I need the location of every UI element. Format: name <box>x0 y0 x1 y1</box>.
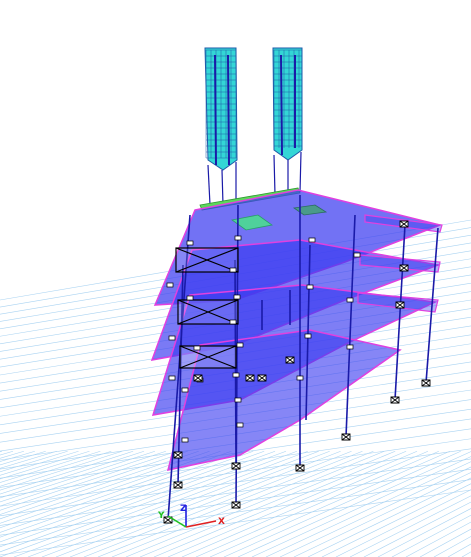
support-icon <box>395 301 405 309</box>
support-icon <box>173 481 183 489</box>
brace-icon <box>179 345 237 369</box>
axis-x-label: X <box>218 517 225 527</box>
joint-icon <box>296 375 304 381</box>
tower-shells <box>204 47 303 206</box>
support-icon <box>257 374 267 382</box>
support-icon <box>399 220 409 228</box>
support-icon <box>193 374 203 382</box>
joint-icon <box>306 284 314 290</box>
brace-icon <box>175 247 239 273</box>
axis-z-label: Z <box>180 504 187 514</box>
joint-icon <box>168 375 176 381</box>
braced-bays <box>175 247 239 369</box>
joint-icon <box>229 319 237 325</box>
joint-icon <box>168 335 176 341</box>
support-icon <box>390 396 400 404</box>
joint-icon <box>236 422 244 428</box>
tower-shell-left <box>204 47 238 171</box>
joint-icon <box>181 437 189 443</box>
joint-icon <box>186 295 194 301</box>
support-icon <box>341 433 351 441</box>
joint-icon <box>308 237 316 243</box>
support-icon <box>421 379 431 387</box>
joint-icon <box>346 344 354 350</box>
tower-shell-right <box>272 47 303 161</box>
support-icon <box>399 264 409 272</box>
support-icon <box>295 464 305 472</box>
joint-icon <box>181 387 189 393</box>
model-viewport[interactable]: Z X Y <box>0 0 471 557</box>
support-icon <box>231 501 241 509</box>
joint-icon <box>233 294 241 300</box>
joint-icon <box>234 397 242 403</box>
support-icon <box>285 356 295 364</box>
structural-model-3d-view[interactable]: Z X Y <box>0 0 471 557</box>
support-icon <box>245 374 255 382</box>
joint-icon <box>232 372 240 378</box>
joint-icon <box>234 235 242 241</box>
support-icon <box>231 462 241 470</box>
joint-icon <box>304 333 312 339</box>
joint-icon <box>229 267 237 273</box>
joint-icon <box>346 297 354 303</box>
joint-icon <box>193 345 201 351</box>
joint-icon <box>166 282 174 288</box>
axis-y-label: Y <box>157 511 165 521</box>
joint-icon <box>236 342 244 348</box>
support-icon <box>173 451 183 459</box>
joint-icon <box>186 240 194 246</box>
joint-icon <box>353 252 361 258</box>
brace-icon <box>177 299 239 325</box>
